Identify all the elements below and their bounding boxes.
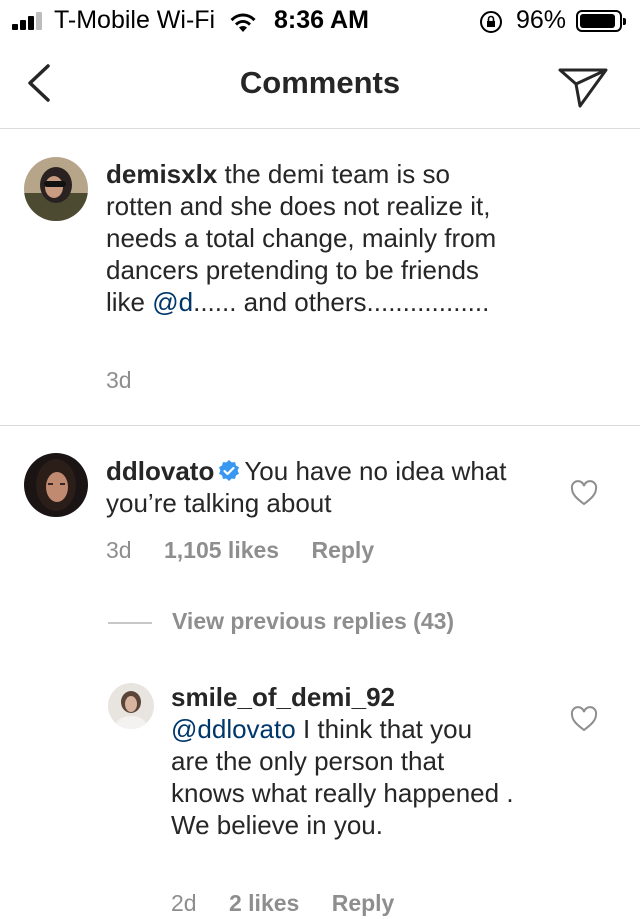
reply-time: 2d xyxy=(171,890,197,916)
comment-time: 3d xyxy=(106,537,132,563)
comment-time: 3d xyxy=(106,367,132,393)
rotation-lock-icon xyxy=(480,11,502,33)
likes-count[interactable]: 2 likes xyxy=(229,890,299,916)
avatar[interactable] xyxy=(24,157,88,221)
like-heart-icon[interactable] xyxy=(570,706,598,732)
comment-text-after: ...... and others................. xyxy=(193,287,490,317)
reply-mention[interactable]: @ddlovato xyxy=(171,714,296,744)
comment-meta: 3d xyxy=(106,367,158,394)
divider xyxy=(0,425,640,426)
avatar[interactable] xyxy=(24,453,88,517)
reply-body: smile_of_demi_92 @ddlovato I think that … xyxy=(171,681,516,841)
verified-badge-icon xyxy=(219,460,240,481)
status-bar: T-Mobile Wi-Fi 8:36 AM 96% xyxy=(0,0,640,40)
comment-username[interactable]: demisxlx xyxy=(106,159,217,189)
reply-button[interactable]: Reply xyxy=(311,537,374,563)
battery-icon xyxy=(576,10,626,32)
comment-mention[interactable]: @d xyxy=(152,287,193,317)
page-title: Comments xyxy=(239,65,401,100)
status-time: 8:36 AM xyxy=(274,6,369,34)
view-previous-replies-label: View previous replies (43) xyxy=(172,608,455,634)
comment-username[interactable]: ddlovato xyxy=(106,456,214,486)
battery-percent: 96% xyxy=(516,6,567,34)
carrier-label: T-Mobile Wi-Fi xyxy=(54,6,216,34)
comment-meta: 3d 1,105 likes Reply xyxy=(106,537,400,564)
wifi-icon xyxy=(230,13,256,32)
paper-plane-icon[interactable] xyxy=(556,62,610,110)
signal-icon xyxy=(12,12,48,30)
reply-meta: 2d 2 likes Reply xyxy=(171,890,420,917)
like-heart-icon[interactable] xyxy=(570,480,598,506)
likes-count[interactable]: 1,105 likes xyxy=(164,537,279,563)
comment-body: demisxlx the demi team is so rotten and … xyxy=(106,158,516,318)
nav-header: Comments xyxy=(0,40,640,129)
reply-button[interactable]: Reply xyxy=(332,890,395,916)
reply-username[interactable]: smile_of_demi_92 xyxy=(171,681,516,713)
comment-body: ddlovato You have no idea what you’re ta… xyxy=(106,455,526,519)
avatar[interactable] xyxy=(108,683,154,729)
reply-thread-line xyxy=(108,621,152,624)
view-previous-replies-button[interactable]: View previous replies (43) xyxy=(108,608,454,635)
